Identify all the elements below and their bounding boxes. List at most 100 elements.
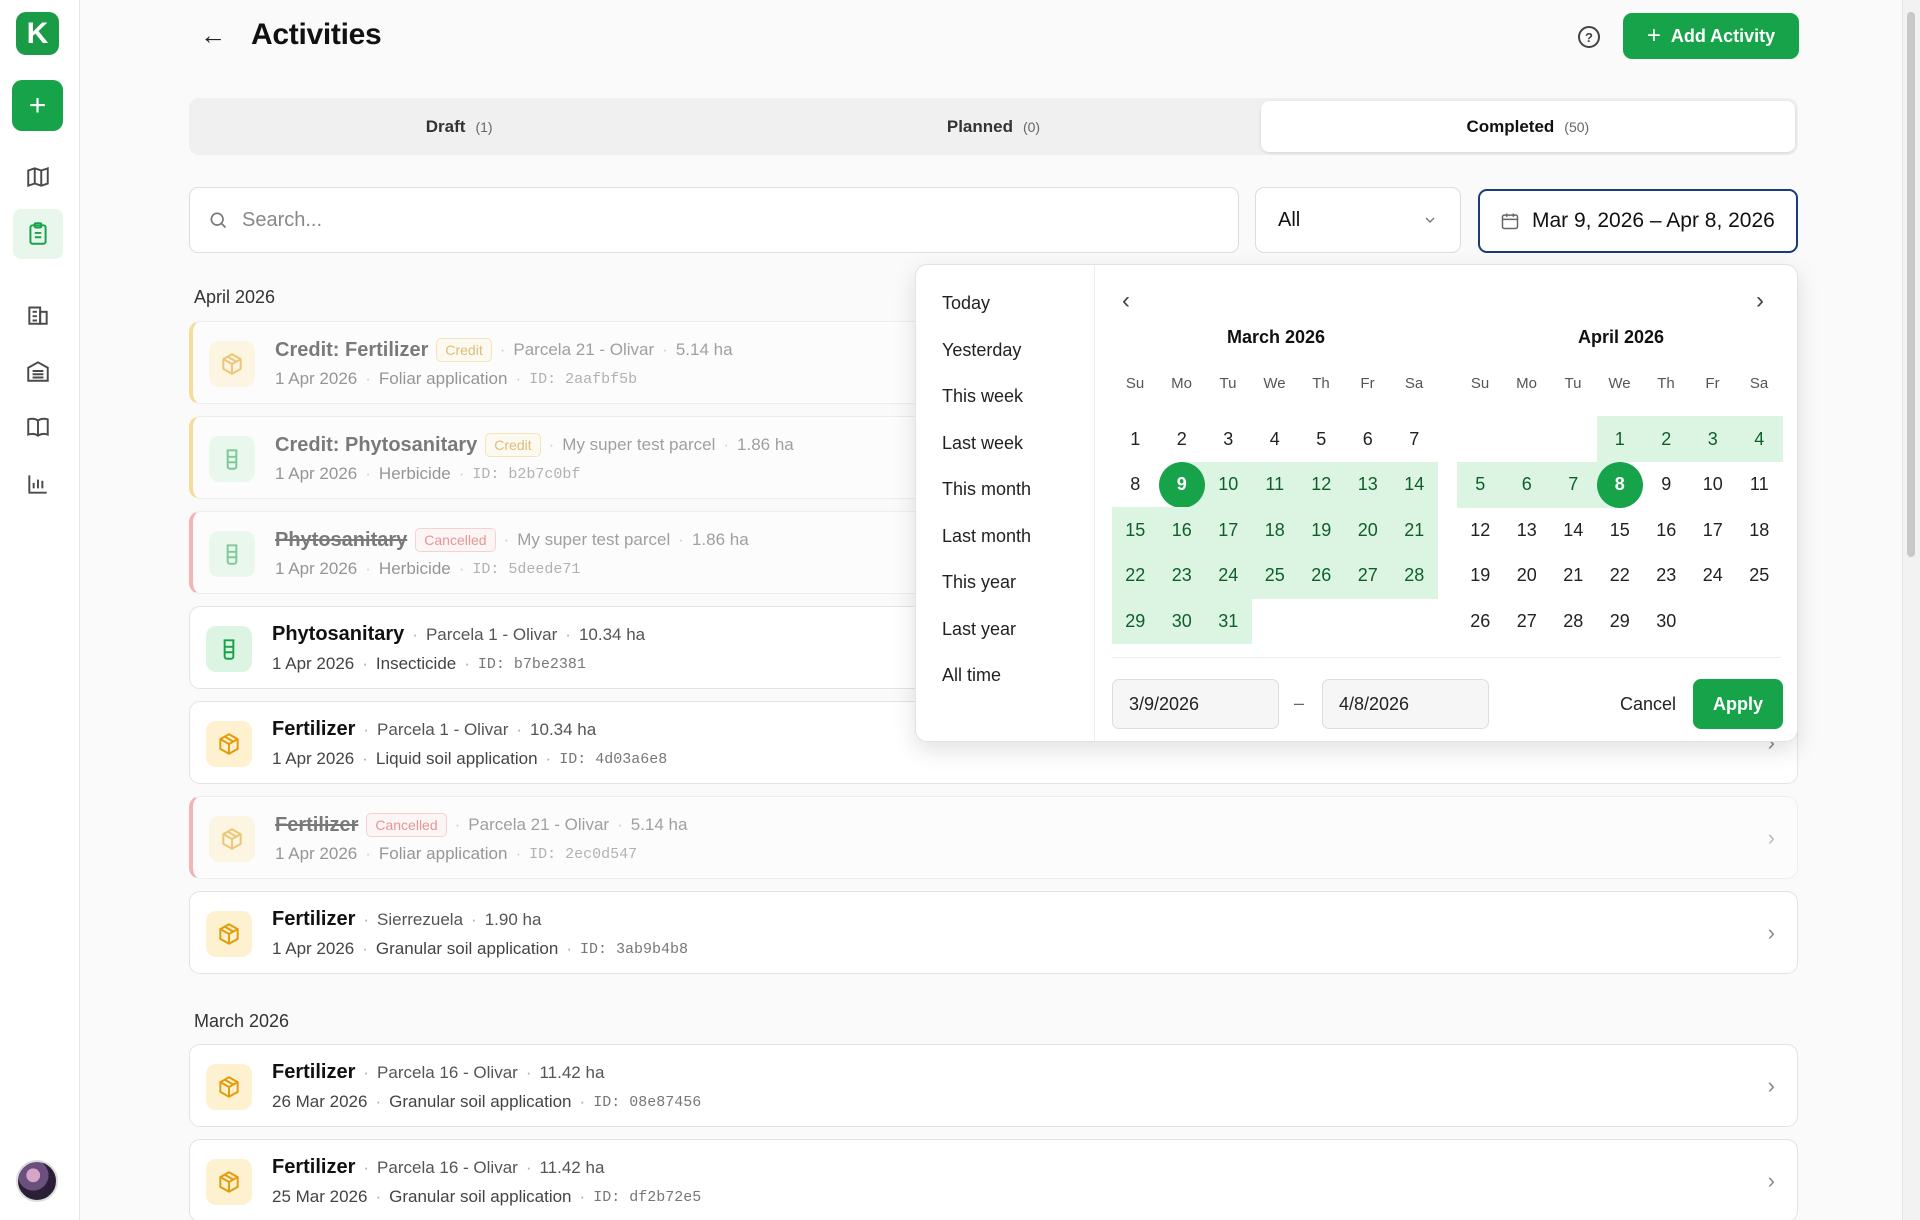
search-input[interactable] [242, 208, 1142, 232]
preset-today[interactable]: Today [942, 293, 990, 314]
calendar-day[interactable]: 14 [1550, 507, 1597, 553]
calendar-day[interactable]: 24 [1205, 552, 1252, 599]
calendar-day[interactable]: 21 [1550, 553, 1597, 599]
calendar-day[interactable]: 14 [1391, 461, 1438, 508]
calendar-day[interactable]: 13 [1344, 461, 1391, 508]
activity-card[interactable]: Fertilizer · Sierrezuela · 1.90 ha 1 Apr 202… [189, 891, 1798, 974]
cancel-button[interactable]: Cancel [1596, 679, 1700, 729]
calendar-day[interactable]: 7 [1550, 461, 1597, 508]
calendar-day[interactable]: 29 [1597, 598, 1644, 644]
calendar-day[interactable]: 23 [1643, 553, 1690, 599]
book-icon[interactable] [19, 408, 57, 446]
preset-this-week[interactable]: This week [942, 386, 1023, 407]
calendar-day[interactable]: 19 [1457, 553, 1504, 599]
calendar-day[interactable]: 4 [1736, 416, 1783, 462]
activity-card[interactable]: Fertilizer · Parcela 16 - Olivar · 11.42 ha … [189, 1139, 1798, 1220]
calendar-day[interactable]: 25 [1736, 553, 1783, 599]
activity-card[interactable]: Fertilizer Cancelled · Parcela 21 - Olivar ·… [189, 796, 1798, 879]
calendar-day[interactable]: 28 [1550, 598, 1597, 644]
page-scrollbar[interactable] [1902, 0, 1920, 1220]
calendar-day[interactable]: 23 [1158, 552, 1205, 599]
preset-yesterday[interactable]: Yesterday [942, 340, 1021, 361]
preset-all-time[interactable]: All time [942, 665, 1001, 686]
calendar-day[interactable]: 17 [1690, 507, 1737, 553]
type-filter-select[interactable]: All [1255, 187, 1461, 253]
calendar-day[interactable]: 22 [1112, 552, 1159, 599]
calendar-day[interactable]: 25 [1251, 552, 1298, 599]
calendar-day[interactable]: 3 [1689, 416, 1736, 462]
end-date-input[interactable]: 4/8/2026 [1322, 679, 1489, 729]
preset-last-month[interactable]: Last month [942, 526, 1031, 547]
calendar-day[interactable]: 17 [1205, 507, 1252, 553]
add-activity-button[interactable]: + Add Activity [1623, 13, 1799, 59]
next-month-icon[interactable]: › [1756, 287, 1764, 315]
calendar-day[interactable]: 6 [1503, 461, 1550, 508]
app-logo[interactable]: K [16, 12, 59, 55]
calendar-day[interactable]: 12 [1298, 461, 1345, 508]
calendar-day[interactable]: 18 [1251, 507, 1298, 553]
preset-this-year[interactable]: This year [942, 572, 1016, 593]
calendar-day[interactable]: 10 [1690, 462, 1737, 508]
calendar-day[interactable]: 16 [1158, 507, 1205, 553]
calendar-day[interactable]: 27 [1504, 598, 1551, 644]
quick-add-button[interactable]: + [12, 80, 63, 131]
tab-planned[interactable]: Planned (0) [726, 101, 1260, 152]
calendar-day[interactable]: 4 [1252, 416, 1299, 462]
calendar-day[interactable]: 11 [1251, 461, 1298, 508]
calendar-day[interactable]: 28 [1391, 552, 1438, 599]
user-avatar[interactable] [16, 1160, 58, 1202]
calendar-day[interactable]: 26 [1298, 552, 1345, 599]
calendar-day[interactable]: 9 [1643, 462, 1690, 508]
back-arrow-icon[interactable]: ← [200, 20, 226, 50]
calendar-day[interactable]: 27 [1344, 552, 1391, 599]
calendar-day[interactable]: 6 [1345, 416, 1392, 462]
calendar-day[interactable]: 13 [1504, 507, 1551, 553]
calendar-day[interactable]: 2 [1159, 416, 1206, 462]
calendar-day[interactable]: 5 [1298, 416, 1345, 462]
calendar-day[interactable]: 20 [1344, 507, 1391, 553]
calendar-day[interactable]: 3 [1205, 416, 1252, 462]
date-range-button[interactable]: Mar 9, 2026 – Apr 8, 2026 [1478, 189, 1798, 253]
preset-last-week[interactable]: Last week [942, 433, 1023, 454]
tab-completed[interactable]: Completed (50) [1260, 101, 1795, 152]
preset-this-month[interactable]: This month [942, 479, 1031, 500]
calendar-day[interactable]: 31 [1205, 598, 1252, 644]
calendar-day[interactable]: 5 [1457, 461, 1504, 508]
start-date-input[interactable]: 3/9/2026 [1112, 679, 1279, 729]
map-icon[interactable] [19, 158, 57, 196]
calendar-day[interactable]: 30 [1158, 598, 1205, 644]
calendar-day[interactable]: 20 [1504, 553, 1551, 599]
reports-chart-icon[interactable] [19, 465, 57, 503]
activities-icon[interactable] [13, 209, 63, 259]
calendar-day[interactable]: 24 [1690, 553, 1737, 599]
help-icon[interactable]: ? [1578, 26, 1600, 48]
preset-last-year[interactable]: Last year [942, 619, 1016, 640]
calendar-day[interactable]: 15 [1597, 507, 1644, 553]
calendar-day[interactable]: 21 [1391, 507, 1438, 553]
warehouse-icon[interactable] [19, 352, 57, 390]
previous-month-icon[interactable]: ‹ [1122, 287, 1130, 315]
calendar-day[interactable]: 19 [1298, 507, 1345, 553]
calendar-day[interactable]: 30 [1643, 598, 1690, 644]
calendar-day[interactable]: 10 [1205, 461, 1252, 508]
calendar-day[interactable]: 11 [1736, 462, 1783, 508]
apply-button[interactable]: Apply [1693, 679, 1783, 729]
scrollbar-thumb[interactable] [1907, 12, 1915, 557]
calendar-day[interactable]: 18 [1736, 507, 1783, 553]
activity-card[interactable]: Fertilizer · Parcela 16 - Olivar · 11.42 ha … [189, 1044, 1798, 1127]
calendar-day[interactable]: 15 [1112, 507, 1159, 553]
calendar-day[interactable]: 29 [1112, 598, 1159, 644]
calendar-day[interactable]: 1 [1596, 416, 1643, 462]
tab-draft[interactable]: Draft (1) [192, 101, 726, 152]
calendar-day[interactable]: 7 [1391, 416, 1438, 462]
calendar-day[interactable]: 26 [1457, 598, 1504, 644]
calendar-day[interactable]: 1 [1112, 416, 1159, 462]
calendar-day[interactable]: 8 [1112, 462, 1159, 508]
range-end-day[interactable]: 8 [1596, 461, 1643, 508]
calendar-day[interactable]: 2 [1643, 416, 1690, 462]
calendar-day[interactable]: 12 [1457, 507, 1504, 553]
calendar-day[interactable]: 22 [1597, 553, 1644, 599]
buildings-icon[interactable] [19, 295, 57, 333]
calendar-day[interactable]: 16 [1643, 507, 1690, 553]
range-start-day[interactable]: 9 [1158, 461, 1205, 508]
